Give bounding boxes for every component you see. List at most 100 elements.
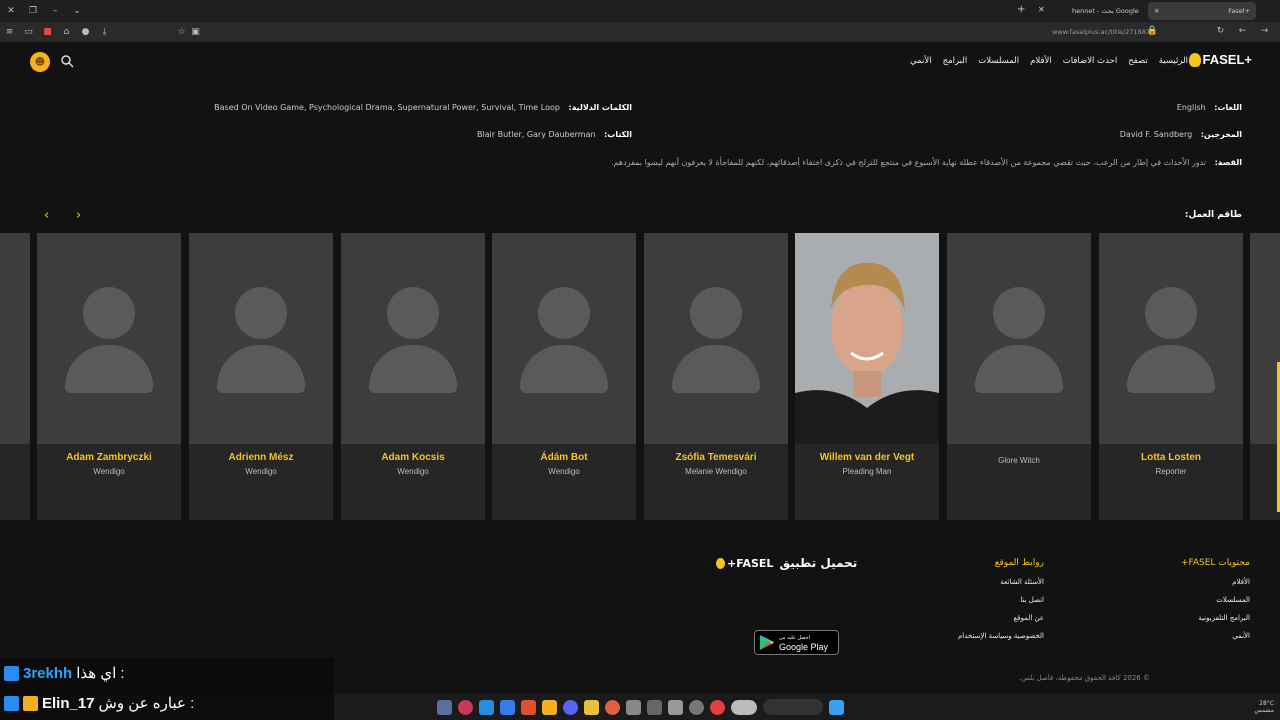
footer-link-contact[interactable]: اتصل بنا	[958, 596, 1044, 604]
story-value: تدور الأحداث في إطار من الرعب، حيث تقضي …	[611, 158, 1207, 167]
cast-name[interactable]: Adam Zambryczki	[37, 452, 181, 463]
search-icon[interactable]	[60, 54, 74, 68]
cast-card[interactable]: Adam Kocsis Wendigo	[341, 233, 485, 520]
new-tab-icon[interactable]: +	[1017, 4, 1025, 15]
footer-link-about[interactable]: عن الموقع	[958, 614, 1044, 622]
taskbar-app-icon[interactable]	[583, 699, 599, 715]
bulb-icon	[716, 557, 725, 569]
cast-name[interactable]: Ádám Bot	[492, 452, 636, 463]
cast-role: Glore Witch	[998, 456, 1040, 465]
windows-start-icon[interactable]	[828, 699, 844, 715]
cast-card[interactable]: Adam Zambryczki Wendigo	[37, 233, 181, 520]
nav-link-shows[interactable]: البرامج	[943, 56, 968, 66]
cast-card-partial[interactable]	[1250, 233, 1280, 520]
taskbar-app-icon[interactable]	[436, 699, 452, 715]
footer-link-series[interactable]: المسلسلات	[1181, 596, 1250, 604]
carousel-prev-icon[interactable]: ‹	[44, 208, 49, 223]
address-bar: ≡ ▭ ■ ⌂ ● ⤓ ☆ ▣ www.faselplus.ac/title/2…	[0, 22, 1280, 42]
cast-role: Wendigo	[548, 467, 580, 476]
user-avatar[interactable]: ☻	[30, 52, 50, 72]
taskbar-app-icon[interactable]	[646, 699, 662, 715]
footer-link-privacy[interactable]: الخصوصية وسياسة الإستخدام	[958, 632, 1044, 640]
home-icon[interactable]: ⌂	[57, 27, 76, 37]
cast-section-title: طاقم العمل:	[1184, 210, 1242, 220]
languages-value: English	[1176, 103, 1206, 112]
nav-link-movies[interactable]: الأفلام	[1030, 56, 1052, 66]
nav-link-latest[interactable]: احدث الاضافات	[1063, 56, 1117, 66]
cast-card[interactable]: Lotta Losten Reporter	[1099, 233, 1243, 520]
restore-window-icon[interactable]: ❐	[22, 6, 44, 16]
minimize-window-icon[interactable]: –	[44, 6, 66, 16]
cast-card[interactable]: Glore Witch	[947, 233, 1091, 520]
languages-label: اللغات:	[1214, 103, 1242, 112]
taskbar-app-icon[interactable]	[520, 699, 536, 715]
copyright-text: © 2026 كافة الحقوق محفوظة، فاصل بلس.	[1018, 674, 1150, 682]
chat-line: Elin_17 عباره عن وش :	[4, 690, 194, 716]
nav-link-anime[interactable]: الأنمي	[910, 56, 932, 66]
bulb-icon	[1188, 52, 1201, 67]
site-logo[interactable]: FASEL+	[1188, 52, 1252, 67]
taskbar-app-icon[interactable]	[625, 699, 641, 715]
cast-name[interactable]: Adam Kocsis	[341, 452, 485, 463]
taskbar-app-icon[interactable]	[562, 699, 578, 715]
taskbar-app-icon[interactable]	[541, 699, 557, 715]
extension-icon[interactable]: ■	[38, 27, 57, 37]
cast-name[interactable]: Willem van der Vegt	[795, 452, 939, 463]
footer-content-links: محتويات FASEL+ الأفلام المسلسلات البرامج…	[1181, 558, 1250, 650]
tab-list-chevron-icon[interactable]: ⌄	[66, 6, 88, 16]
cast-card[interactable]: Adrienn Mész Wendigo	[189, 233, 333, 520]
download-icon[interactable]: ⤓	[95, 27, 114, 37]
footer-link-anime[interactable]: الأنمي	[1181, 632, 1250, 640]
taskbar-app-icon[interactable]	[478, 699, 494, 715]
menu-icon[interactable]: ≡	[0, 27, 19, 37]
cast-card[interactable]: Willem van der Vegt Pleading Man	[795, 233, 939, 520]
keywords-row: الكلمات الدلالية: Based On Video Game, P…	[214, 103, 632, 112]
keywords-value: Based On Video Game, Psychological Drama…	[214, 103, 560, 112]
cast-name[interactable]: Adrienn Mész	[189, 452, 333, 463]
lock-icon: 🔒	[1146, 26, 1159, 36]
taskbar-search-field[interactable]	[762, 699, 823, 715]
story-label: القصة:	[1214, 158, 1242, 167]
footer-link-faq[interactable]: الأسئلة الشائعة	[958, 578, 1044, 586]
taskbar-app-icon[interactable]	[499, 699, 515, 715]
taskbar-app-icon[interactable]	[688, 699, 704, 715]
back-arrow-icon[interactable]: ←	[1233, 26, 1252, 36]
reload-icon[interactable]: ↻	[1211, 26, 1230, 36]
reader-icon[interactable]: ▣	[186, 27, 205, 37]
info-icon[interactable]: ●	[76, 27, 95, 37]
nav-link-browse[interactable]: تصفح	[1128, 56, 1148, 66]
sidebar-icon[interactable]: ▭	[19, 27, 38, 37]
app-download-title: تحميل تطبيق	[779, 556, 858, 570]
nav-link-home[interactable]: الرئيسية	[1159, 56, 1188, 66]
taskbar-app-icon[interactable]	[730, 699, 757, 715]
footer-link-tv[interactable]: البرامج التلفزيونية	[1181, 614, 1250, 622]
carousel-next-icon[interactable]: ›	[76, 208, 81, 223]
writers-label: الكتاب:	[604, 130, 632, 139]
cast-name[interactable]: Lotta Losten	[1099, 452, 1243, 463]
directors-label: المخرجين:	[1200, 130, 1242, 139]
taskbar-app-icon[interactable]	[667, 699, 683, 715]
close-tab-icon[interactable]: ✕	[1154, 7, 1159, 15]
cast-card[interactable]: Ádám Bot Wendigo	[492, 233, 636, 520]
cast-card-partial[interactable]	[0, 233, 30, 520]
tab-fasel[interactable]: ✕ Fasel+	[1148, 2, 1256, 20]
cast-placeholder-photo	[492, 233, 636, 444]
weather-tray[interactable]: 28°C مشمس	[1254, 700, 1274, 714]
taskbar-app-icon[interactable]	[457, 699, 473, 715]
tab-label: hennet - بحث Google	[1072, 7, 1139, 15]
nav-link-series[interactable]: المسلسلات	[978, 56, 1019, 66]
url-field[interactable]: www.faselplus.ac/title/271887	[1052, 28, 1150, 36]
cast-name[interactable]: Zsófia Temesvári	[644, 452, 788, 463]
taskbar-app-icon[interactable]	[709, 699, 725, 715]
cast-role: Pleading Man	[842, 467, 892, 476]
close-window-icon[interactable]: ✕	[0, 6, 22, 16]
tab-google-search[interactable]: hennet - بحث Google	[1066, 2, 1146, 20]
footer-link-movies[interactable]: الأفلام	[1181, 578, 1250, 586]
cast-role: Wendigo	[245, 467, 277, 476]
cast-card[interactable]: Zsófia Temesvári Melanie Wendigo	[644, 233, 788, 520]
taskbar-app-icon[interactable]	[604, 699, 620, 715]
forward-arrow-icon[interactable]: →	[1255, 26, 1274, 36]
close-tab-icon[interactable]: ✕	[1038, 5, 1045, 14]
chat-message: عباره عن وش :	[98, 695, 195, 712]
google-play-button[interactable]: احصل عليه من Google Play	[754, 630, 839, 655]
